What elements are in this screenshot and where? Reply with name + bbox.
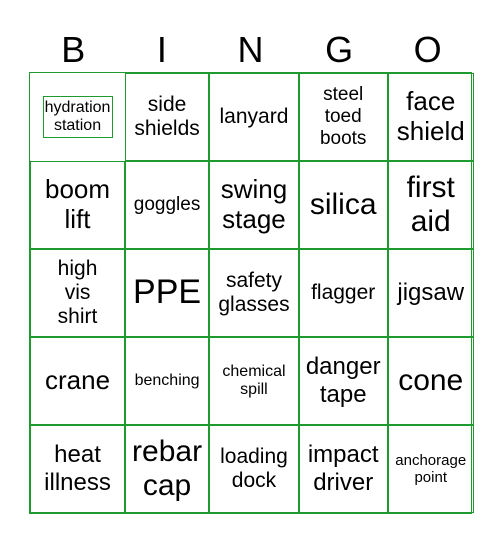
bingo-cell[interactable]: hydration station [42, 95, 113, 139]
bingo-cell[interactable]: side shields [125, 73, 210, 161]
bingo-cell[interactable]: lanyard [209, 73, 299, 161]
bingo-cell[interactable]: danger tape [298, 337, 388, 425]
bingo-card: hydration station side shields lanyard s… [29, 72, 474, 514]
header-letter-n: N [237, 29, 264, 70]
bingo-cell[interactable]: rebar cap [125, 425, 210, 513]
bingo-cell[interactable]: anchorage point [387, 425, 474, 513]
bingo-cell[interactable]: cone [387, 337, 474, 425]
bingo-cell[interactable]: boom lift [30, 161, 126, 249]
bingo-cell[interactable]: benching [125, 337, 210, 425]
bingo-cell[interactable]: loading dock [209, 425, 299, 513]
bingo-cell[interactable]: PPE [125, 249, 210, 337]
header-letter-i: I [156, 29, 167, 70]
bingo-cell[interactable]: first aid [387, 161, 474, 249]
bingo-cell[interactable]: chemical spill [209, 337, 299, 425]
bingo-cell[interactable]: flagger [298, 249, 388, 337]
bingo-cell[interactable]: steel toed boots [298, 73, 388, 161]
bingo-cell[interactable]: silica [298, 161, 388, 249]
bingo-cell[interactable]: safety glasses [209, 249, 299, 337]
bingo-cell[interactable]: swing stage [209, 161, 299, 249]
bingo-cell[interactable]: impact driver [298, 425, 388, 513]
bingo-cell[interactable]: face shield [387, 73, 474, 161]
bingo-cell[interactable]: crane [30, 337, 126, 425]
bingo-cell[interactable]: high vis shirt [30, 249, 126, 337]
header-letter-b: B [61, 29, 86, 70]
header-letter-g: G [325, 29, 354, 70]
bingo-cell[interactable]: heat illness [30, 425, 126, 513]
header-letter-o: O [413, 29, 442, 70]
bingo-cell[interactable]: goggles [125, 161, 210, 249]
bingo-cell[interactable]: jigsaw [387, 249, 474, 337]
bingo-header: B I N G O [29, 28, 472, 72]
